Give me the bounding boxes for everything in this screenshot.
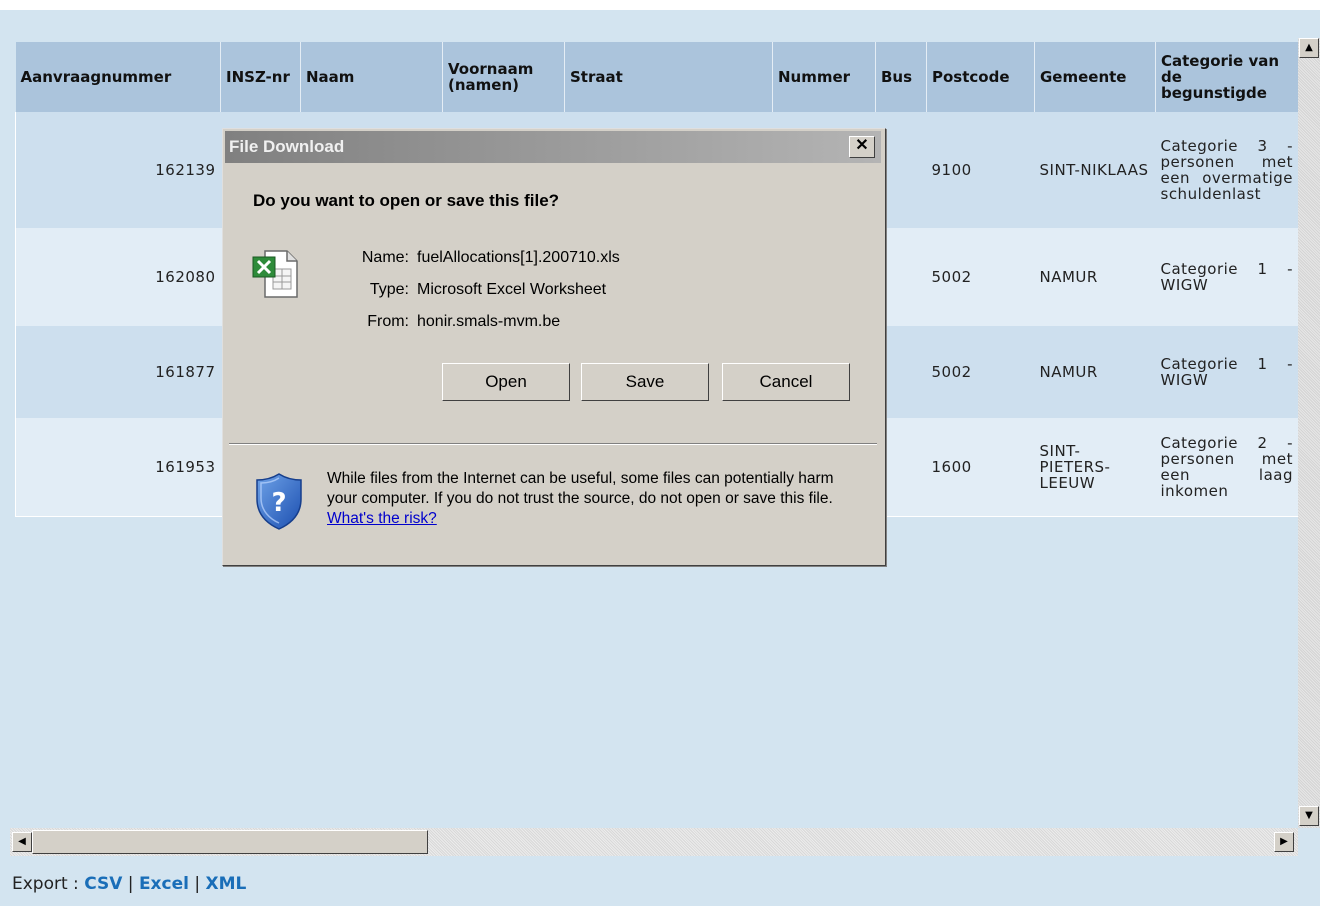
cell-aanvraagnummer: 162080 <box>15 228 221 326</box>
cell-categorie: Categorie 1 - WIGW <box>1155 228 1298 326</box>
type-label: Type: <box>369 281 409 298</box>
dialog-question: Do you want to open or save this file? <box>253 191 560 210</box>
cell-aanvraagnummer: 162139 <box>15 112 221 228</box>
name-label: Name: <box>361 249 409 266</box>
scroll-right-arrow-icon[interactable]: ▶ <box>1274 832 1294 852</box>
file-info: Name: fuelAllocations[1].200710.xls Type:… <box>333 247 620 343</box>
cell-categorie: Categorie 3 - personen met een overmatig… <box>1155 112 1298 228</box>
horizontal-scrollbar[interactable]: ◀ ▶ <box>10 828 1298 856</box>
export-separator: | <box>127 874 134 894</box>
scroll-down-arrow-icon[interactable]: ▼ <box>1299 806 1319 826</box>
dialog-divider <box>229 443 877 445</box>
column-header-straat[interactable]: Straat <box>564 42 773 112</box>
open-button[interactable]: Open <box>442 363 570 401</box>
column-header-insz[interactable]: INSZ-nr <box>220 42 301 112</box>
column-header-gemeente[interactable]: Gemeente <box>1034 42 1156 112</box>
cell-postcode: 9100 <box>926 112 1035 228</box>
horizontal-scroll-thumb[interactable] <box>32 830 428 854</box>
column-header-naam[interactable]: Naam <box>300 42 443 112</box>
dialog-title: File Download <box>229 137 345 156</box>
table-header-row: Aanvraagnummer INSZ-nr Naam Voornaam (na… <box>15 42 1298 112</box>
dialog-titlebar[interactable]: File Download ✕ <box>225 131 881 163</box>
cell-postcode: 5002 <box>926 228 1035 326</box>
file-type: Microsoft Excel Worksheet <box>417 281 607 298</box>
cell-gemeente: SINT-NIKLAAS <box>1034 112 1156 228</box>
column-header-bus[interactable]: Bus <box>875 42 927 112</box>
cell-categorie: Categorie 1 - WIGW <box>1155 326 1298 418</box>
cell-categorie: Categorie 2 - personen met een laag inko… <box>1155 418 1298 516</box>
security-shield-icon: ? <box>253 471 305 531</box>
cell-aanvraagnummer: 161877 <box>15 326 221 418</box>
svg-text:?: ? <box>271 488 286 518</box>
column-header-postcode[interactable]: Postcode <box>926 42 1035 112</box>
warning-text: While files from the Internet can be use… <box>327 470 834 507</box>
file-download-dialog: File Download ✕ Do you want to open or s… <box>222 128 886 566</box>
scroll-left-arrow-icon[interactable]: ◀ <box>12 832 32 852</box>
vertical-scrollbar[interactable]: ▲ ▼ <box>1298 38 1320 828</box>
cell-aanvraagnummer: 161953 <box>15 418 221 516</box>
top-band <box>0 0 1320 10</box>
risk-link[interactable]: What's the risk? <box>327 510 437 527</box>
security-warning: While files from the Internet can be use… <box>327 469 867 529</box>
export-csv-link[interactable]: CSV <box>84 874 122 894</box>
cell-gemeente: SINT-PIETERS-LEEUW <box>1034 418 1156 516</box>
column-header-nummer[interactable]: Nummer <box>772 42 876 112</box>
export-label: Export : <box>12 874 79 894</box>
export-separator: | <box>194 874 201 894</box>
cell-gemeente: NAMUR <box>1034 326 1156 418</box>
scroll-up-arrow-icon[interactable]: ▲ <box>1299 38 1319 58</box>
close-icon[interactable]: ✕ <box>849 136 875 158</box>
cell-gemeente: NAMUR <box>1034 228 1156 326</box>
file-source: honir.smals-mvm.be <box>417 313 561 330</box>
column-header-categorie[interactable]: Categorie van de begunstigde <box>1155 42 1298 112</box>
file-name: fuelAllocations[1].200710.xls <box>417 249 620 266</box>
export-xml-link[interactable]: XML <box>206 874 247 894</box>
column-header-aanvraagnummer[interactable]: Aanvraagnummer <box>15 42 221 112</box>
excel-file-icon <box>251 249 307 299</box>
cell-postcode: 5002 <box>926 326 1035 418</box>
export-bar: Export : CSV | Excel | XML <box>12 874 246 894</box>
save-button[interactable]: Save <box>581 363 709 401</box>
from-label: From: <box>367 313 409 330</box>
column-header-voornaam[interactable]: Voornaam (namen) <box>442 42 565 112</box>
export-excel-link[interactable]: Excel <box>139 874 189 894</box>
cancel-button[interactable]: Cancel <box>722 363 850 401</box>
cell-postcode: 1600 <box>926 418 1035 516</box>
